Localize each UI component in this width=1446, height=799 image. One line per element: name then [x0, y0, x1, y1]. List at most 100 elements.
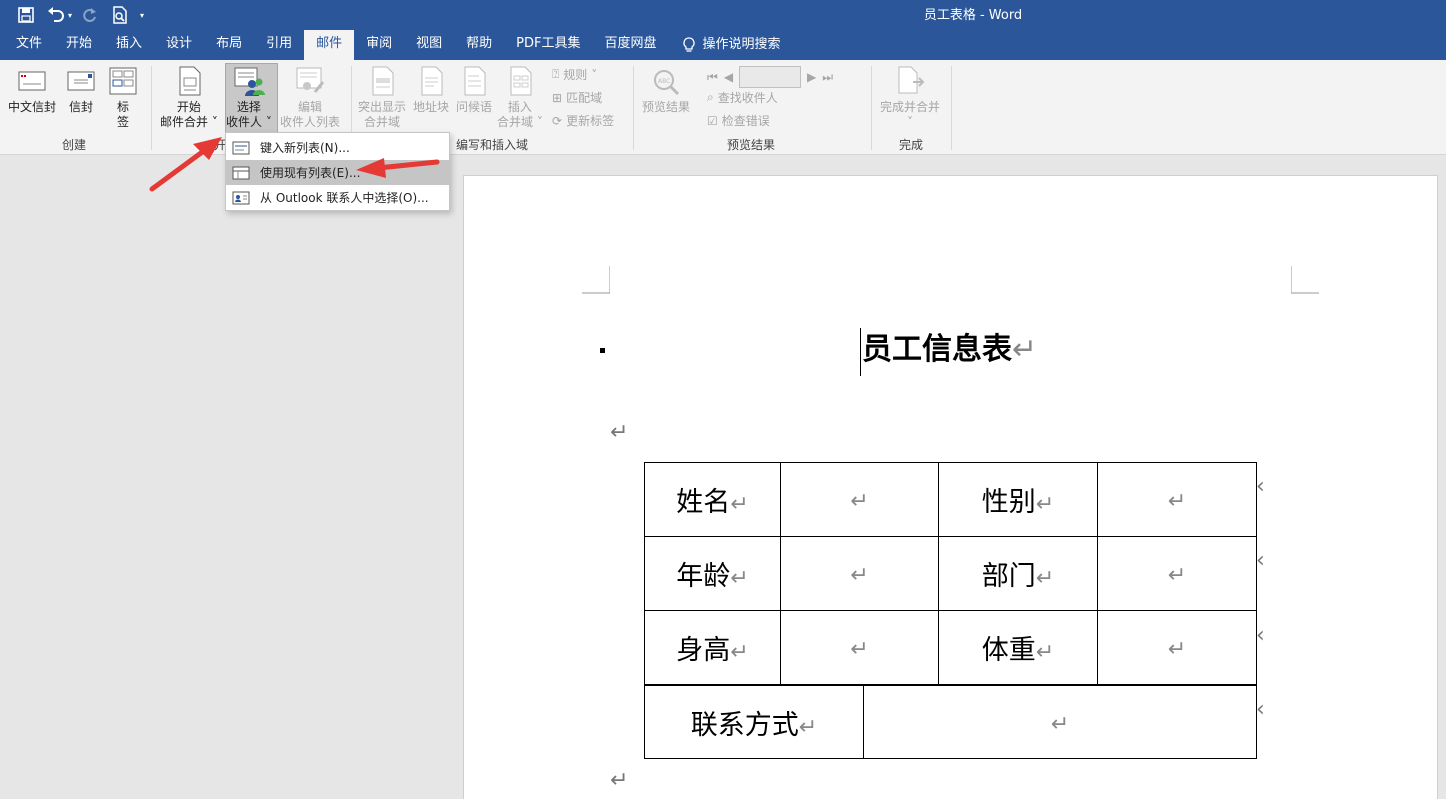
- tab-file[interactable]: 文件: [4, 30, 54, 60]
- tab-review[interactable]: 审阅: [354, 30, 404, 60]
- text-cursor: [860, 328, 861, 376]
- find-recipient-button[interactable]: ⌕ 查找收件人: [707, 89, 778, 106]
- envelope-icon: [67, 71, 95, 91]
- find-recipient-icon: ⌕: [707, 90, 714, 104]
- table-cell-label[interactable]: 联系方式↵: [644, 685, 864, 759]
- highlight-merge-fields-icon: [372, 66, 394, 96]
- tab-mailings[interactable]: 邮件: [304, 30, 355, 60]
- greeting-line-icon: [464, 66, 486, 96]
- use-existing-list-icon: [232, 166, 250, 179]
- table-cell-value[interactable]: ↵: [780, 610, 939, 685]
- margin-corner-top-right: [1291, 266, 1319, 294]
- choose-outlook-contacts-item[interactable]: 从 Outlook 联系人中选择(O)...: [226, 185, 449, 210]
- preview-results-icon: ABC: [654, 70, 680, 96]
- document-heading[interactable]: 员工信息表↵: [862, 330, 1037, 370]
- labels-button[interactable]: 标 签: [106, 64, 140, 130]
- tab-view[interactable]: 视图: [404, 30, 454, 60]
- row-end-mark: ‹: [1256, 548, 1265, 573]
- envelope-button[interactable]: 信封: [64, 64, 98, 115]
- margin-corner-top-left: [582, 266, 610, 294]
- tab-insert[interactable]: 插入: [104, 30, 154, 60]
- svg-text:ABC: ABC: [658, 78, 670, 85]
- ribbon: 中文信封 信封 标 签 创建 开始 邮件合并 ˅ 选择 收件人 ˅ 编辑 收件人…: [0, 60, 1446, 155]
- table-cell-label[interactable]: 姓名↵: [644, 462, 781, 537]
- tab-pdf-tools[interactable]: PDF工具集: [504, 30, 592, 60]
- chinese-envelope-button[interactable]: 中文信封: [8, 64, 56, 115]
- rules-icon: ⍰: [552, 67, 560, 81]
- tab-layout[interactable]: 布局: [204, 30, 254, 60]
- first-record-icon[interactable]: ⏮: [707, 70, 718, 85]
- insert-merge-field-button[interactable]: 插入 合并域 ˅: [497, 64, 543, 130]
- type-new-list-item[interactable]: 键入新列表(N)...: [226, 135, 449, 160]
- match-fields-button[interactable]: ⊞ 匹配域: [552, 89, 602, 106]
- employee-info-table-last-row: 联系方式↵ ↵: [644, 685, 1257, 759]
- paragraph-format-marker: [600, 348, 605, 353]
- table-cell-label[interactable]: 身高↵: [644, 610, 781, 685]
- row-end-mark: ‹: [1256, 623, 1265, 648]
- search-label: 操作说明搜索: [702, 37, 781, 52]
- table-cell-label[interactable]: 年龄↵: [644, 536, 781, 611]
- group-label-create: 创建: [62, 138, 87, 152]
- table-row: 身高↵ ↵ 体重↵ ↵: [644, 610, 1257, 685]
- select-recipients-button[interactable]: 选择 收件人 ˅: [226, 64, 272, 130]
- last-record-icon[interactable]: ⏭: [822, 70, 833, 85]
- tell-me-search[interactable]: 操作说明搜索: [669, 30, 795, 60]
- record-number-input[interactable]: [739, 66, 802, 88]
- table-cell-value[interactable]: ↵: [863, 685, 1257, 759]
- start-mail-merge-button[interactable]: 开始 邮件合并 ˅: [160, 64, 218, 130]
- type-new-list-icon: [232, 141, 250, 154]
- check-errors-icon: ☑: [707, 113, 718, 128]
- next-record-icon[interactable]: ▶: [807, 70, 816, 84]
- table-cell-label[interactable]: 体重↵: [938, 610, 1098, 685]
- preview-results-button[interactable]: ABC 预览结果: [642, 64, 690, 115]
- table-row: 年龄↵ ↵ 部门↵ ↵: [644, 536, 1257, 611]
- highlight-merge-fields-button[interactable]: 突出显示 合并域: [358, 64, 406, 130]
- window-title: 员工表格 - Word: [923, 8, 1023, 23]
- table-cell-value[interactable]: ↵: [1097, 536, 1257, 611]
- edit-recipient-list-button[interactable]: 编辑 收件人列表: [280, 64, 340, 130]
- match-fields-icon: ⊞: [552, 90, 563, 105]
- edit-recipient-list-icon: [296, 67, 325, 93]
- tab-baidu-netdisk[interactable]: 百度网盘: [592, 30, 668, 60]
- table-cell-label[interactable]: 性别↵: [938, 462, 1098, 537]
- check-errors-button[interactable]: ☑ 检查错误: [707, 112, 770, 129]
- employee-info-table: 姓名↵ ↵ 性别↵ ↵ 年龄↵ ↵ 部门↵ ↵ 身高↵ ↵ 体重↵ ↵: [644, 462, 1257, 685]
- tab-help[interactable]: 帮助: [454, 30, 504, 60]
- tab-home[interactable]: 开始: [54, 30, 104, 60]
- use-existing-list-item[interactable]: 使用现有列表(E)...: [226, 160, 449, 185]
- start-mail-merge-icon: [179, 66, 201, 96]
- tab-references[interactable]: 引用: [254, 30, 304, 60]
- update-labels-button[interactable]: ⟳ 更新标签: [552, 112, 614, 129]
- ribbon-tabs: 文件 开始 插入 设计 布局 引用 邮件 审阅 视图 帮助 PDF工具集 百度网…: [0, 30, 1446, 60]
- group-label-finish: 完成: [899, 138, 924, 152]
- table-cell-value[interactable]: ↵: [780, 462, 939, 537]
- labels-icon: [109, 67, 137, 95]
- insert-merge-field-icon: [510, 66, 532, 96]
- chinese-envelope-icon: [18, 71, 46, 91]
- table-cell-value[interactable]: ↵: [780, 536, 939, 611]
- rules-button[interactable]: ⍰ 规则 ˅: [552, 66, 597, 83]
- row-end-mark: ‹: [1256, 697, 1265, 722]
- row-end-mark: ‹: [1256, 474, 1265, 499]
- title-bar: ▾ ▾ 员工表格 - Word: [0, 0, 1446, 30]
- tab-design[interactable]: 设计: [154, 30, 204, 60]
- table-row: 姓名↵ ↵ 性别↵ ↵: [644, 462, 1257, 537]
- record-navigation: ⏮ ◀ ▶ ⏭: [707, 66, 833, 88]
- table-row: 联系方式↵ ↵: [644, 685, 1257, 759]
- finish-merge-button[interactable]: 完成并合并 ˅: [880, 64, 940, 130]
- group-label-write-insert: 编写和插入域: [456, 138, 529, 152]
- lightbulb-icon: [682, 37, 695, 52]
- select-recipients-menu: 键入新列表(N)... 使用现有列表(E)... 从 Outlook 联系人中选…: [225, 132, 450, 211]
- table-cell-value[interactable]: ↵: [1097, 610, 1257, 685]
- select-recipients-icon: [234, 67, 265, 96]
- finish-merge-icon: [898, 66, 925, 94]
- table-cell-value[interactable]: ↵: [1097, 462, 1257, 537]
- previous-record-icon[interactable]: ◀: [724, 70, 733, 84]
- paragraph-mark: ↵: [610, 768, 629, 793]
- group-label-preview: 预览结果: [727, 138, 776, 152]
- address-block-icon: [421, 66, 443, 96]
- outlook-contacts-icon: [232, 191, 250, 204]
- table-cell-label[interactable]: 部门↵: [938, 536, 1098, 611]
- greeting-line-button[interactable]: 问候语: [456, 64, 492, 115]
- address-block-button[interactable]: 地址块: [413, 64, 449, 115]
